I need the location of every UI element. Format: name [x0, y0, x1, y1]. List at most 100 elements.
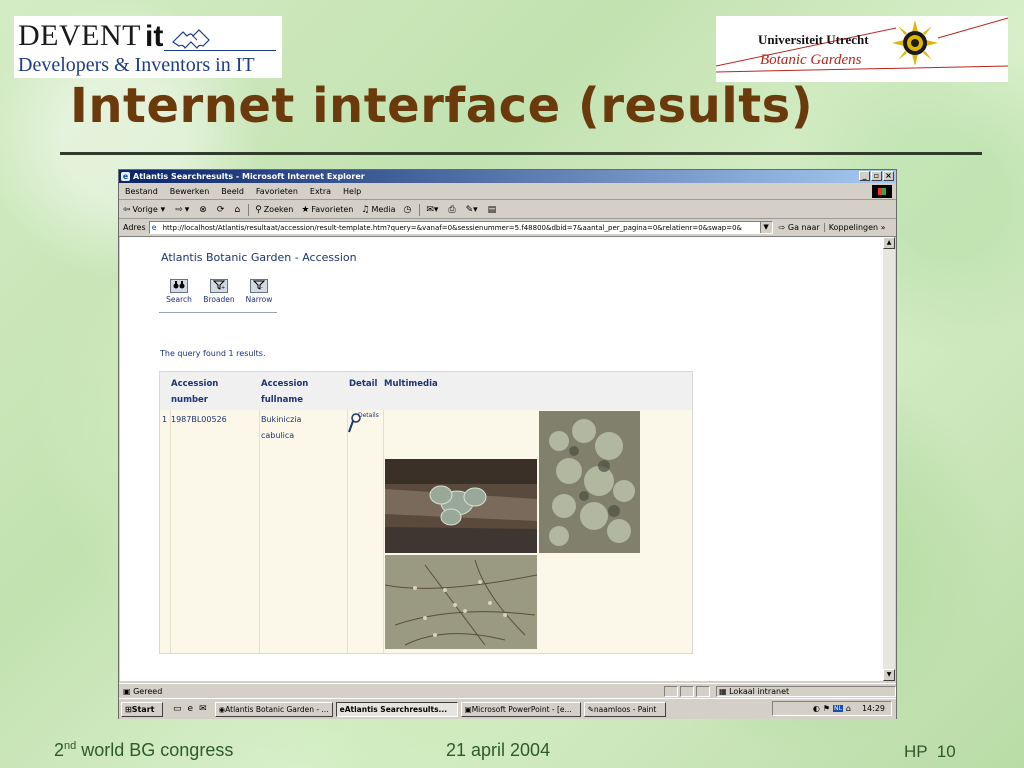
address-dropdown-icon[interactable]: ▼: [759, 222, 772, 233]
menu-bestand[interactable]: Bestand: [119, 187, 164, 196]
col-accession-fullname-line2: fullname: [261, 395, 303, 405]
plant-thumbnail-rosette[interactable]: [385, 459, 537, 553]
task-atlantis-botanic[interactable]: ◉ Atlantis Botanic Garden - ...: [214, 701, 333, 717]
university-name: Universiteit Utrecht: [758, 32, 869, 47]
menu-favorieten[interactable]: Favorieten: [250, 187, 304, 196]
minimize-button[interactable]: _: [859, 171, 870, 181]
mail-button[interactable]: ✉▾: [422, 205, 444, 215]
page-icon: e: [151, 223, 157, 232]
chevron-right-icon: »: [878, 223, 886, 232]
forward-arrow-icon: ⇨: [175, 204, 183, 215]
show-desktop-icon[interactable]: ▭: [173, 704, 182, 714]
menu-help[interactable]: Help: [337, 187, 367, 196]
address-bar: Adres e http://localhost/Atlantis/result…: [119, 219, 896, 237]
go-arrow-icon: ⇨: [778, 223, 788, 232]
plant-thumbnail-bushy[interactable]: [539, 411, 640, 553]
home-button[interactable]: ⌂: [230, 205, 246, 215]
links-label: Koppelingen: [828, 223, 879, 232]
plant-thumbnail-stems[interactable]: [385, 555, 537, 649]
powerpoint-icon: ▣: [464, 704, 472, 714]
links-button[interactable]: Koppelingen »: [823, 223, 886, 232]
ie-page-icon: e: [121, 172, 130, 181]
print-button[interactable]: ⎙: [444, 205, 461, 215]
col-accession-fullname: Accession fullname: [261, 376, 308, 408]
edit-button[interactable]: ✎▾: [462, 205, 484, 215]
maximize-button[interactable]: ▫: [871, 171, 882, 181]
details-label: Details: [358, 412, 379, 419]
ie-quicklaunch-icon[interactable]: e: [188, 704, 194, 714]
close-button[interactable]: ×: [883, 171, 894, 181]
language-indicator[interactable]: NL: [833, 705, 843, 712]
search-label: Zoeken: [263, 205, 294, 214]
fullname-line1: Bukiniczia: [261, 415, 302, 424]
start-button[interactable]: ⊞ Start: [121, 701, 163, 717]
svg-text:+: +: [221, 285, 225, 290]
forward-dropdown-icon: ▾: [184, 204, 190, 215]
media-button[interactable]: ♫ Media: [357, 205, 399, 215]
footer-event: 2nd world BG congress: [54, 740, 233, 761]
footer-date: 21 april 2004: [446, 740, 551, 760]
edit-icon: ✎▾: [465, 204, 478, 215]
menu-bewerken[interactable]: Bewerken: [164, 187, 216, 196]
tray-flag-icon[interactable]: ⚑: [823, 704, 830, 713]
tool-search[interactable]: Search: [159, 279, 199, 304]
history-icon: ◷: [403, 204, 412, 215]
windows-logo-icon: [872, 185, 892, 198]
outlook-icon[interactable]: ✉: [199, 704, 207, 714]
footer-ordinal-suffix: nd: [64, 740, 77, 752]
menu-beeld[interactable]: Beeld: [215, 187, 250, 196]
vertical-scrollbar[interactable]: ▲ ▼: [883, 237, 895, 681]
tool-broaden[interactable]: + Broaden: [199, 279, 239, 304]
address-input[interactable]: e http://localhost/Atlantis/resultaat/ac…: [148, 221, 773, 234]
menu-extra[interactable]: Extra: [304, 187, 337, 196]
task-powerpoint[interactable]: ▣ Microsoft PowerPoint - [e...: [460, 701, 581, 717]
task-atlantis-searchresults[interactable]: e Atlantis Searchresults...: [335, 701, 458, 717]
logo-lines: [716, 17, 1008, 73]
tray-network-icon[interactable]: ⌂: [846, 704, 851, 713]
stop-button[interactable]: ⊗: [195, 205, 213, 215]
security-zone: ▦ Lokaal intranet: [716, 685, 896, 697]
history-button[interactable]: ◷: [399, 205, 417, 215]
task-atlantis-botanic-label: Atlantis Botanic Garden - ...: [225, 704, 329, 714]
status-cell: [680, 685, 694, 697]
forward-button[interactable]: ⇨ ▾: [171, 205, 195, 215]
windows-flag-icon: ⊞: [125, 704, 132, 714]
tray-app-icon[interactable]: ◐: [813, 704, 820, 713]
tool-narrow[interactable]: - Narrow: [239, 279, 279, 304]
favorites-button[interactable]: ★ Favorieten: [297, 205, 357, 215]
browser-title-bar[interactable]: e Atlantis Searchresults - Microsoft Int…: [119, 170, 896, 183]
col-accession-number-line2: number: [171, 395, 209, 405]
status-cells: [664, 685, 710, 697]
browser-title: Atlantis Searchresults - Microsoft Inter…: [133, 172, 365, 181]
system-tray: ◐ ⚑ NL ⌂ 14:29: [772, 701, 892, 716]
task-paint[interactable]: ✎ naamloos - Paint: [583, 701, 666, 717]
search-tools: Search + Broaden - Narrow: [159, 279, 279, 304]
address-url: http://localhost/Atlantis/resultaat/acce…: [162, 223, 742, 232]
clock: 14:29: [861, 704, 885, 713]
window-controls: _ ▫ ×: [859, 171, 894, 181]
status-label: Gereed: [133, 686, 163, 696]
discuss-button[interactable]: ▤: [484, 205, 503, 215]
back-arrow-icon: ⇦: [123, 204, 131, 215]
task-atlantis-searchresults-label: Atlantis Searchresults...: [344, 704, 448, 714]
back-button[interactable]: ⇦ Vorige ▾: [119, 205, 171, 215]
go-button[interactable]: ⇨ Ga naar: [773, 223, 824, 232]
search-button[interactable]: ⚲ Zoeken: [251, 205, 297, 215]
page-heading: Atlantis Botanic Garden - Accession: [161, 251, 357, 264]
page-viewport: Atlantis Botanic Garden - Accession Sear…: [120, 237, 883, 681]
refresh-button[interactable]: ⟳: [213, 205, 231, 215]
svg-text:-: -: [261, 285, 263, 290]
scroll-down-icon[interactable]: ▼: [883, 669, 895, 681]
table-row: 1 1987BL00526 Bukiniczia cabulica Detail…: [160, 410, 692, 653]
task-paint-label: naamloos - Paint: [593, 704, 657, 714]
task-powerpoint-label: Microsoft PowerPoint - [e...: [471, 704, 572, 714]
funnel-minus-icon: -: [250, 279, 268, 293]
scroll-up-icon[interactable]: ▲: [883, 237, 895, 249]
details-link[interactable]: Details: [348, 412, 382, 434]
devent-rule: [164, 50, 276, 51]
mail-icon: ✉▾: [426, 204, 439, 215]
puzzle-icon: [172, 29, 211, 50]
col-accession-number: Accession number: [171, 376, 218, 408]
fullname-line2: cabulica: [261, 431, 295, 440]
col-accession-number-line1: Accession: [171, 379, 219, 389]
